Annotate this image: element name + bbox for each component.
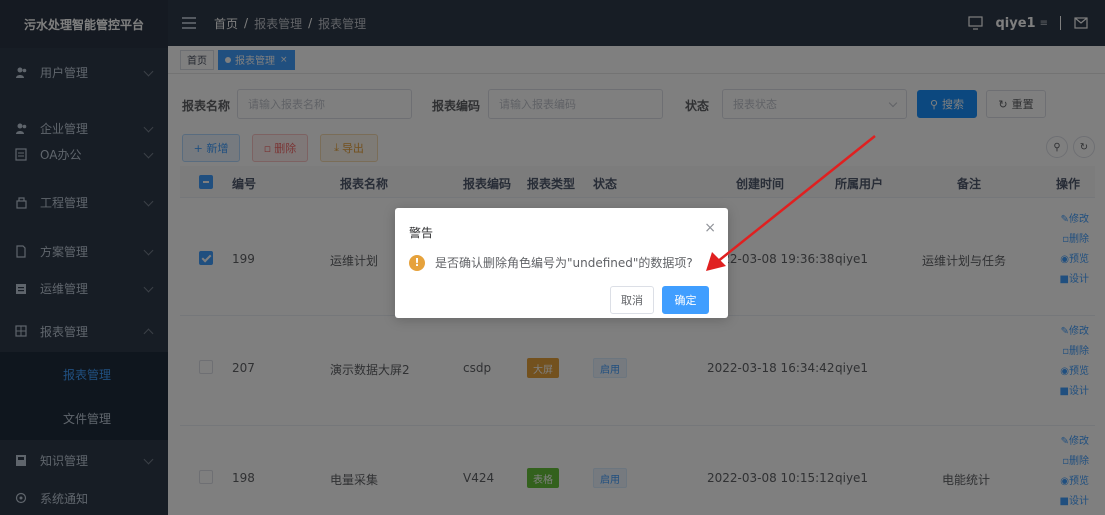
annotation-arrow bbox=[706, 135, 876, 271]
